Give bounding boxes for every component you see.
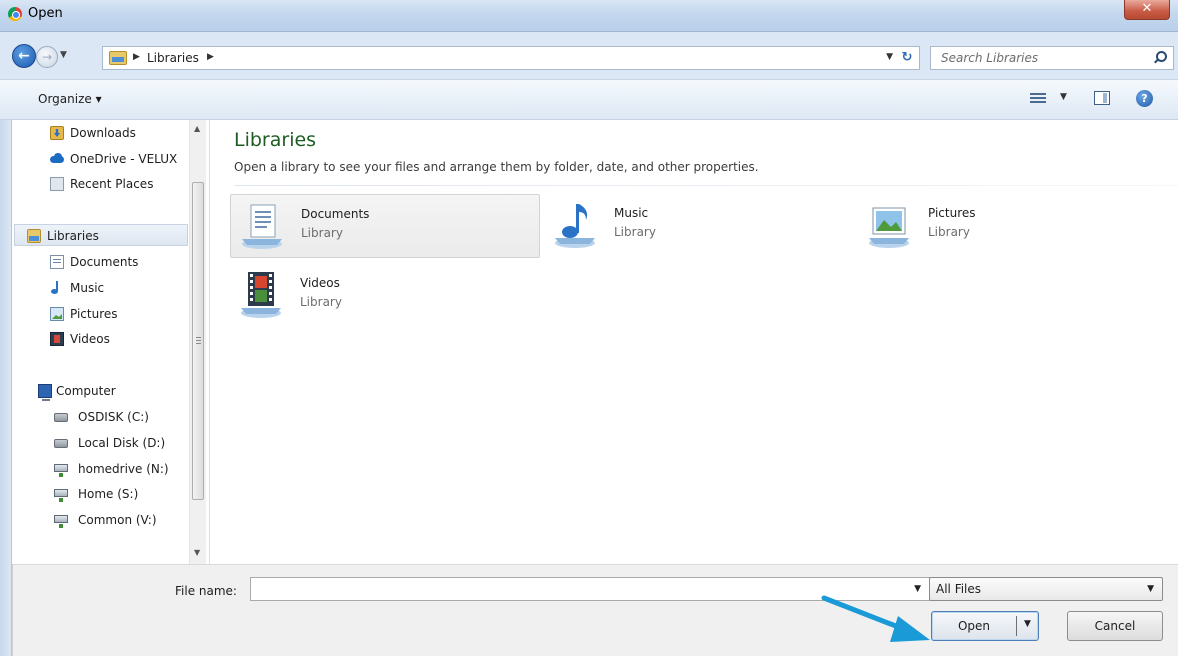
nav-item-documents[interactable]: Documents — [14, 251, 188, 273]
nav-item-local-disk[interactable]: Local Disk (D:) — [14, 432, 188, 454]
split-divider — [1016, 616, 1017, 636]
nav-item-homedrive[interactable]: homedrive (N:) — [14, 458, 188, 480]
close-button[interactable]: ✕ — [1124, 0, 1170, 20]
address-dropdown-icon[interactable]: ▼ — [886, 52, 893, 62]
breadcrumb-chevron-icon[interactable]: ▶ — [133, 52, 140, 62]
scroll-down-icon[interactable]: ▼ — [194, 548, 200, 557]
nav-item-common[interactable]: Common (V:) — [14, 509, 188, 531]
change-view-icon[interactable] — [1030, 91, 1046, 105]
page-title: Libraries — [234, 129, 317, 151]
scrollbar-thumb[interactable] — [192, 182, 204, 500]
documents-library-icon — [242, 204, 282, 249]
recent-places-icon — [50, 177, 64, 191]
computer-icon — [38, 384, 52, 401]
file-type-select[interactable]: All Files ▼ — [929, 577, 1163, 601]
library-tile-documents[interactable]: Documents Library — [230, 194, 540, 258]
nav-item-music[interactable]: Music — [14, 277, 188, 299]
downloads-icon — [50, 126, 64, 140]
search-input[interactable] — [931, 47, 1141, 69]
nav-item-onedrive[interactable]: OneDrive - VELUX — [14, 148, 188, 170]
back-button[interactable]: ← — [12, 44, 36, 68]
pictures-library-icon — [869, 207, 909, 248]
nav-item-pictures[interactable]: Pictures — [14, 303, 188, 325]
music-library-icon — [555, 204, 595, 248]
library-tile-pictures[interactable]: Pictures Library — [858, 194, 1168, 258]
documents-icon — [50, 255, 64, 269]
breadcrumb-libraries[interactable]: Libraries — [147, 51, 199, 65]
open-button[interactable]: Open ▼ — [931, 611, 1039, 641]
library-name: Music — [614, 206, 649, 220]
page-description: Open a library to see your files and arr… — [234, 160, 759, 174]
videos-library-icon — [241, 272, 281, 318]
annotation-arrow-icon — [821, 595, 930, 642]
help-icon[interactable]: ? — [1136, 90, 1153, 107]
onedrive-icon — [50, 152, 64, 166]
nav-item-computer[interactable]: Computer — [14, 380, 188, 402]
open-options-dropdown-icon[interactable]: ▼ — [1024, 619, 1031, 629]
disk-icon — [54, 413, 68, 422]
videos-icon — [50, 332, 64, 346]
library-type: Library — [614, 225, 656, 239]
breadcrumb[interactable]: ▶ Libraries ▶ ▼ ↻ — [102, 46, 920, 70]
library-type: Library — [300, 295, 342, 309]
file-type-value: All Files — [936, 582, 982, 596]
divider — [234, 185, 1178, 186]
search-box[interactable] — [930, 46, 1174, 70]
file-type-dropdown-icon[interactable]: ▼ — [1147, 584, 1154, 594]
library-name: Pictures — [928, 206, 976, 220]
navigation-scrollbar[interactable]: ▲ ▼ — [189, 120, 206, 564]
library-type: Library — [928, 225, 970, 239]
open-button-label: Open — [957, 619, 991, 633]
preview-pane-icon[interactable] — [1094, 91, 1110, 105]
breadcrumb-chevron-icon[interactable]: ▶ — [207, 52, 214, 62]
content-pane: Libraries Open a library to see your fil… — [212, 120, 1178, 564]
nav-item-downloads[interactable]: Downloads — [14, 122, 188, 144]
address-bar: ← → ▼ ▶ Libraries ▶ ▼ ↻ — [0, 32, 1178, 80]
nav-item-osdisk[interactable]: OSDISK (C:) — [14, 406, 188, 428]
navigation-pane: Downloads OneDrive - VELUX Recent Places… — [14, 120, 210, 564]
libraries-folder-icon — [109, 51, 127, 65]
window-frame — [0, 120, 12, 656]
nav-item-videos[interactable]: Videos — [14, 328, 188, 350]
title-bar: Open ✕ — [0, 0, 1178, 32]
library-name: Documents — [301, 207, 370, 221]
chrome-icon — [8, 7, 22, 21]
forward-button[interactable]: → — [36, 46, 58, 68]
file-name-label: File name: — [175, 584, 237, 598]
window-title: Open — [28, 6, 63, 21]
dialog-footer: File name: ▼ All Files ▼ Open ▼ Cancel — [12, 564, 1178, 656]
view-options-dropdown-icon[interactable]: ▼ — [1060, 92, 1067, 102]
refresh-icon[interactable]: ↻ — [897, 49, 917, 67]
cancel-button[interactable]: Cancel — [1067, 611, 1163, 641]
library-name: Videos — [300, 276, 340, 290]
search-icon[interactable] — [1156, 51, 1167, 62]
network-drive-icon — [54, 515, 68, 528]
organize-button[interactable]: Organize ▾ — [38, 92, 102, 106]
nav-item-libraries[interactable]: Libraries — [14, 224, 188, 246]
library-icon — [27, 229, 41, 243]
grip-icon — [196, 337, 201, 344]
music-icon — [50, 281, 64, 295]
command-bar: Organize ▾ ▼ ? — [0, 80, 1178, 120]
library-tile-music[interactable]: Music Library — [544, 194, 854, 258]
library-tile-videos[interactable]: Videos Library — [230, 264, 540, 328]
nav-item-recent-places[interactable]: Recent Places — [14, 173, 188, 195]
pictures-icon — [50, 307, 64, 321]
disk-icon — [54, 439, 68, 448]
library-type: Library — [301, 226, 343, 240]
nav-item-home[interactable]: Home (S:) — [14, 483, 188, 505]
recent-pages-dropdown-icon[interactable]: ▼ — [60, 50, 67, 60]
network-drive-icon — [54, 464, 68, 477]
scroll-up-icon[interactable]: ▲ — [194, 124, 200, 133]
network-drive-icon — [54, 489, 68, 502]
file-name-input[interactable] — [251, 578, 901, 600]
